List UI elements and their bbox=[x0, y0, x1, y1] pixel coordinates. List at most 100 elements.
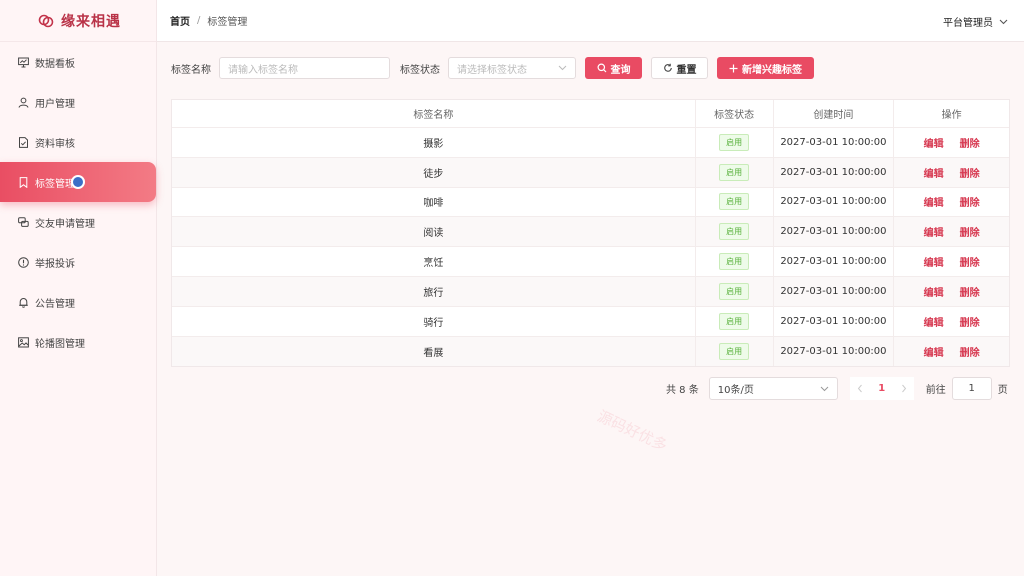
delete-button[interactable]: 删除 bbox=[960, 224, 980, 239]
sidebar-item[interactable]: 标签管理 bbox=[0, 162, 156, 202]
edit-button[interactable]: 编辑 bbox=[924, 135, 944, 150]
tag-name-input[interactable]: 请输入标签名称 bbox=[219, 57, 390, 79]
chevron-right-icon bbox=[901, 384, 906, 393]
sidebar-item[interactable]: 交友申请管理 bbox=[0, 202, 156, 242]
breadcrumb-current: 标签管理 bbox=[207, 17, 248, 28]
created-time-cell: 2027-03-01 10:00:00 bbox=[774, 128, 895, 157]
delete-button[interactable]: 删除 bbox=[960, 165, 980, 180]
status-badge: 启用 bbox=[719, 282, 750, 300]
sidebar-item[interactable]: 资料审核 bbox=[0, 122, 156, 162]
actions-cell: 编辑 删除 bbox=[894, 247, 1009, 276]
logo-icon bbox=[38, 14, 54, 27]
table-row: 徒步 启用 2027-03-01 10:00:00 编辑 删除 bbox=[172, 157, 1009, 188]
document-check-icon bbox=[17, 136, 29, 148]
alert-icon bbox=[17, 256, 29, 268]
chevron-down-icon bbox=[558, 65, 567, 71]
plus-icon bbox=[729, 64, 738, 72]
sidebar-item-label: 举报投诉 bbox=[35, 258, 75, 270]
edit-button[interactable]: 编辑 bbox=[924, 194, 944, 209]
table-row: 摄影 启用 2027-03-01 10:00:00 编辑 删除 bbox=[172, 128, 1009, 158]
brand[interactable]: 缘来相遇 bbox=[0, 0, 156, 42]
delete-button[interactable]: 删除 bbox=[960, 254, 980, 269]
tag-status-cell: 启用 bbox=[696, 157, 774, 187]
sidebar-item-label: 用户管理 bbox=[35, 98, 75, 110]
table-row: 阅读 启用 2027-03-01 10:00:00 编辑 删除 bbox=[172, 217, 1009, 248]
sidebar-item[interactable]: 用户管理 bbox=[0, 82, 156, 122]
created-time-cell: 2027-03-01 10:00:00 bbox=[774, 336, 895, 367]
tag-name-cell: 骑行 bbox=[172, 306, 696, 336]
sidebar-item[interactable]: 公告管理 bbox=[0, 282, 156, 322]
sidebar-item[interactable]: 轮播图管理 bbox=[0, 322, 156, 362]
dashboard-icon bbox=[17, 56, 29, 68]
tag-name-cell: 摄影 bbox=[172, 128, 696, 157]
status-badge: 启用 bbox=[719, 253, 750, 271]
search-icon bbox=[597, 63, 606, 73]
created-time-cell: 2027-03-01 10:00:00 bbox=[774, 217, 895, 247]
add-tag-button[interactable]: 新增兴趣标签 bbox=[717, 57, 814, 79]
tag-status-cell: 启用 bbox=[696, 217, 774, 247]
add-tag-button-label: 新增兴趣标签 bbox=[742, 64, 802, 76]
reset-button-label: 重置 bbox=[676, 64, 697, 76]
actions-cell: 编辑 删除 bbox=[894, 188, 1009, 217]
edit-button[interactable]: 编辑 bbox=[924, 344, 944, 359]
page-suffix: 页 bbox=[997, 385, 1008, 396]
tag-status-cell: 启用 bbox=[696, 336, 774, 367]
actions-cell: 编辑 删除 bbox=[894, 158, 1009, 187]
prev-page-button[interactable] bbox=[849, 377, 870, 400]
page-number[interactable]: 1 bbox=[869, 377, 894, 400]
bookmark-icon bbox=[17, 176, 29, 188]
status-badge: 启用 bbox=[719, 342, 750, 360]
column-header-name: 标签名称 bbox=[172, 100, 696, 127]
app-name: 缘来相遇 bbox=[61, 13, 121, 30]
status-badge: 启用 bbox=[719, 312, 750, 330]
actions-cell: 编辑 删除 bbox=[894, 307, 1009, 336]
tag-table: 标签名称 标签状态 创建时间 操作 摄影 启用 2027-03-01 10:00:0… bbox=[171, 99, 1010, 368]
delete-button[interactable]: 删除 bbox=[960, 194, 980, 209]
sidebar-menu: 数据看板用户管理资料审核标签管理交友申请管理举报投诉公告管理 轮播图管理 bbox=[0, 42, 156, 362]
search-button[interactable]: 查询 bbox=[585, 57, 642, 79]
status-badge: 启用 bbox=[719, 163, 750, 181]
delete-button[interactable]: 删除 bbox=[960, 344, 980, 359]
table-body: 摄影 启用 2027-03-01 10:00:00 编辑 删除 徒步 启用 2027-03-0… bbox=[172, 128, 1009, 367]
edit-button[interactable]: 编辑 bbox=[924, 314, 944, 329]
tag-name-cell: 烹饪 bbox=[172, 247, 696, 276]
edit-button[interactable]: 编辑 bbox=[924, 254, 944, 269]
reset-button[interactable]: 重置 bbox=[651, 57, 708, 79]
bell-icon bbox=[17, 296, 29, 308]
sidebar-item[interactable]: 数据看板 bbox=[0, 42, 156, 82]
refresh-icon bbox=[663, 63, 672, 72]
tag-status-cell: 启用 bbox=[696, 306, 774, 336]
created-time-cell: 2027-03-01 10:00:00 bbox=[774, 247, 895, 276]
tag-name-cell: 看展 bbox=[172, 336, 696, 367]
edit-button[interactable]: 编辑 bbox=[924, 165, 944, 180]
tag-status-cell: 启用 bbox=[696, 187, 774, 217]
table-header-row: 标签名称 标签状态 创建时间 操作 bbox=[172, 100, 1009, 128]
tag-name-label: 标签名称 bbox=[171, 64, 211, 76]
edit-button[interactable]: 编辑 bbox=[924, 284, 944, 299]
table-row: 骑行 启用 2027-03-01 10:00:00 编辑 删除 bbox=[172, 306, 1009, 337]
status-badge: 启用 bbox=[719, 193, 750, 211]
created-time-cell: 2027-03-01 10:00:00 bbox=[774, 306, 895, 336]
next-page-button[interactable] bbox=[893, 377, 914, 400]
filter-bar: 标签名称 请输入标签名称 标签状态 请选择标签状态 查询 重置 新增兴趣标签 bbox=[171, 57, 823, 79]
column-header-status: 标签状态 bbox=[696, 100, 774, 127]
actions-cell: 编辑 删除 bbox=[894, 277, 1009, 306]
tag-status-label: 标签状态 bbox=[400, 64, 440, 76]
created-time-cell: 2027-03-01 10:00:00 bbox=[774, 187, 895, 217]
pagination: 共 8 条 10条/页 1 前往 1 页 bbox=[666, 377, 1008, 400]
breadcrumb-home[interactable]: 首页 bbox=[170, 13, 190, 28]
delete-button[interactable]: 删除 bbox=[960, 284, 980, 299]
breadcrumb-separator: / bbox=[197, 15, 201, 26]
delete-button[interactable]: 删除 bbox=[960, 314, 980, 329]
sidebar-item-label: 标签管理 bbox=[35, 178, 75, 190]
user-menu[interactable]: 平台管理员 bbox=[943, 14, 1008, 29]
edit-button[interactable]: 编辑 bbox=[924, 224, 944, 239]
tag-status-select[interactable]: 请选择标签状态 bbox=[448, 57, 576, 79]
sidebar-item[interactable]: 举报投诉 bbox=[0, 242, 156, 282]
delete-button[interactable]: 删除 bbox=[960, 135, 980, 150]
chevron-down-icon bbox=[820, 386, 829, 391]
page-size-select[interactable]: 10条/页 bbox=[708, 377, 838, 400]
goto-page-input[interactable]: 1 bbox=[951, 377, 992, 400]
tag-status-cell: 启用 bbox=[696, 128, 774, 157]
status-badge: 启用 bbox=[719, 223, 750, 241]
